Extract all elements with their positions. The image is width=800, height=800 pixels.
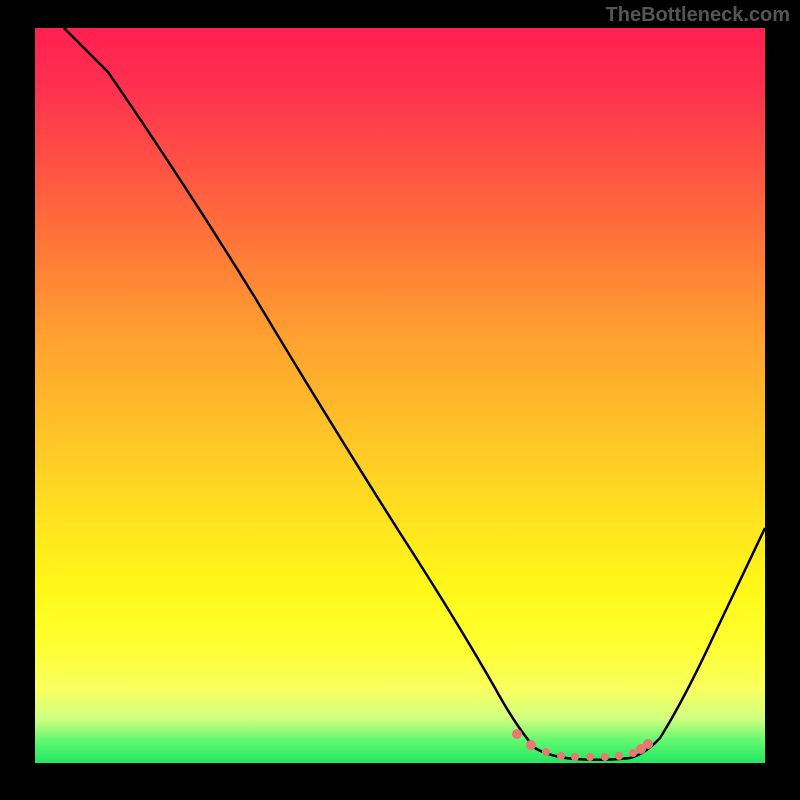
dot	[526, 740, 536, 750]
dot	[629, 749, 637, 757]
chart-svg	[35, 28, 765, 763]
plot-area	[35, 28, 765, 763]
chart-container: TheBottleneck.com	[0, 0, 800, 800]
dot	[512, 729, 522, 739]
dot	[542, 748, 550, 756]
bottleneck-curve	[64, 28, 765, 760]
dot	[571, 753, 579, 761]
watermark-text: TheBottleneck.com	[606, 4, 790, 27]
dot	[643, 739, 653, 749]
dot	[586, 753, 594, 761]
marker-dots	[512, 729, 653, 761]
dot	[615, 752, 623, 760]
dot	[601, 753, 609, 761]
dot	[557, 752, 565, 760]
